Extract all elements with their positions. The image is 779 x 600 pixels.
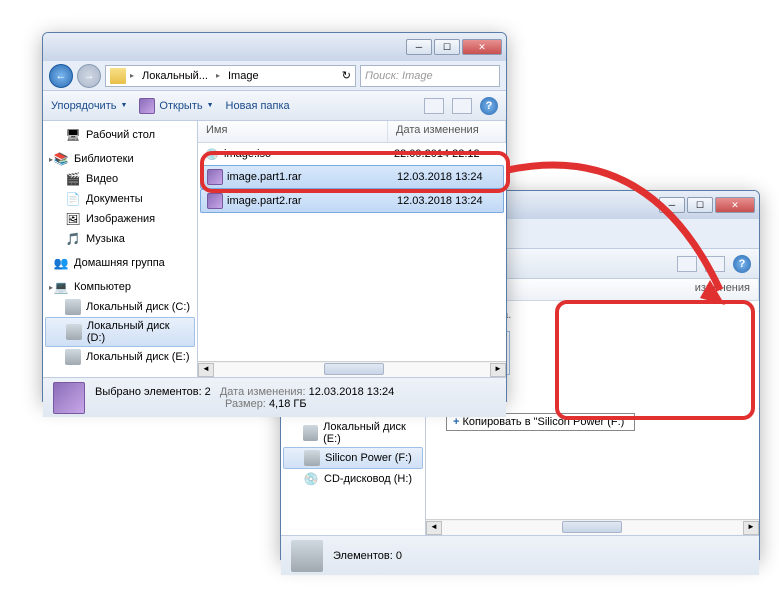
minimize-button[interactable]: ─ (659, 197, 685, 213)
help-icon[interactable]: ? (733, 255, 751, 273)
titlebar[interactable]: ─ ☐ ✕ (43, 33, 506, 61)
status-selected: Выбрано элементов: 2 (95, 386, 211, 398)
sidebar-images[interactable]: 🖼Изображения (43, 209, 197, 229)
sidebar-documents[interactable]: 📄Документы (43, 189, 197, 209)
preview-button[interactable] (452, 98, 472, 114)
file-date: 12.03.2018 13:24 (391, 170, 489, 184)
rar-big-icon (53, 382, 85, 414)
back-button[interactable]: ← (49, 64, 73, 88)
sidebar-desktop[interactable]: 🖥Рабочий стол (43, 125, 197, 145)
library-icon: 📚 (53, 151, 69, 167)
folder-icon (110, 68, 126, 84)
drive-icon (65, 349, 81, 365)
toolbar: Упорядочить▼ Открыть▼ Новая папка ? (43, 91, 506, 121)
close-button[interactable]: ✕ (462, 39, 502, 55)
column-header[interactable]: Имя Дата изменения (198, 121, 506, 143)
view-button[interactable] (424, 98, 444, 114)
file-row[interactable]: image.part2.rar 12.03.2018 13:24 (200, 189, 504, 213)
status-size: 4,18 ГБ (269, 398, 307, 410)
expand-icon[interactable]: ▸ (49, 283, 53, 292)
sidebar-drive-d[interactable]: Локальный диск (D:) (45, 317, 195, 347)
refresh-icon[interactable]: ↻ (342, 69, 351, 82)
sidebar-computer[interactable]: ▸💻Компьютер (43, 277, 197, 297)
col-name[interactable]: Имя (198, 121, 388, 142)
sidebar-drive-f[interactable]: Silicon Power (F:) (283, 447, 423, 469)
status-date: 12.03.2018 13:24 (309, 386, 395, 398)
homegroup-icon: 👥 (53, 255, 69, 271)
sidebar-homegroup[interactable]: 👥Домашняя группа (43, 253, 197, 273)
maximize-button[interactable]: ☐ (434, 39, 460, 55)
file-row[interactable]: image.part1.rar 12.03.2018 13:24 (200, 165, 504, 189)
file-date: 22.09.2014 22:12 (388, 147, 486, 161)
search-input[interactable]: Поиск: Image (360, 65, 500, 87)
help-icon[interactable]: ? (480, 97, 498, 115)
docs-icon: 📄 (65, 191, 81, 207)
new-folder-button[interactable]: Новая папка (226, 100, 290, 112)
breadcrumb-item[interactable]: Image (224, 68, 263, 84)
plus-icon: + (453, 416, 459, 428)
status-size-label: Размер: (225, 398, 266, 410)
status-count: Элементов: 0 (333, 550, 402, 562)
iso-icon: 💿 (204, 146, 220, 162)
col-date[interactable]: Дата изменения (388, 121, 506, 142)
status-bar: Элементов: 0 (281, 535, 759, 575)
drive-icon (304, 450, 320, 466)
preview-button[interactable] (705, 256, 725, 272)
desktop-icon: 🖥 (65, 127, 81, 143)
breadcrumb[interactable]: ▸ Локальный... ▸ Image ↻ (105, 65, 356, 87)
rar-icon (207, 193, 223, 209)
view-button[interactable] (677, 256, 697, 272)
status-bar: Выбрано элементов: 2 Дата изменения: 12.… (43, 377, 506, 417)
video-icon: 🎬 (65, 171, 81, 187)
sidebar-video[interactable]: 🎬Видео (43, 169, 197, 189)
cd-icon: 💿 (303, 471, 319, 487)
music-icon: 🎵 (65, 231, 81, 247)
breadcrumb-item[interactable]: Локальный... (138, 68, 212, 84)
address-bar: ← → ▸ Локальный... ▸ Image ↻ Поиск: Imag… (43, 61, 506, 91)
rar-icon (139, 98, 155, 114)
file-name: image.part2.rar (227, 195, 302, 207)
sidebar-drive-c[interactable]: Локальный диск (C:) (43, 297, 197, 317)
computer-icon: 💻 (53, 279, 69, 295)
drive-icon (65, 299, 81, 315)
sidebar-libraries[interactable]: ▸📚Библиотеки (43, 149, 197, 169)
file-pane[interactable]: Имя Дата изменения 💿 image.iso 22.09.2014… (198, 121, 506, 377)
file-name: image.part1.rar (227, 171, 302, 183)
h-scrollbar[interactable]: ◄► (426, 519, 759, 535)
explorer-window-1: ─ ☐ ✕ ← → ▸ Локальный... ▸ Image ↻ Поиск… (42, 32, 507, 402)
file-name: image.iso (224, 148, 271, 160)
organize-button[interactable]: Упорядочить▼ (51, 100, 127, 112)
close-button[interactable]: ✕ (715, 197, 755, 213)
h-scrollbar[interactable]: ◄► (198, 361, 506, 377)
drive-icon (66, 324, 82, 340)
drive-icon (303, 425, 318, 441)
status-date-label: Дата изменения: (220, 386, 306, 398)
rar-icon (207, 169, 223, 185)
images-icon: 🖼 (65, 211, 81, 227)
file-row[interactable]: 💿 image.iso 22.09.2014 22:12 (198, 143, 506, 165)
open-button[interactable]: Открыть▼ (139, 98, 213, 114)
sidebar-cd-drive[interactable]: 💿CD-дисковод (H:) (281, 469, 425, 489)
drive-big-icon (291, 540, 323, 572)
file-date: 12.03.2018 13:24 (391, 194, 489, 208)
forward-button[interactable]: → (77, 64, 101, 88)
minimize-button[interactable]: ─ (406, 39, 432, 55)
sidebar: 🖥Рабочий стол ▸📚Библиотеки 🎬Видео 📄Докум… (43, 121, 198, 377)
maximize-button[interactable]: ☐ (687, 197, 713, 213)
sidebar-drive-e[interactable]: Локальный диск (E:) (281, 419, 425, 447)
sidebar-drive-e[interactable]: Локальный диск (E:) (43, 347, 197, 367)
expand-icon[interactable]: ▸ (49, 155, 53, 164)
sidebar-music[interactable]: 🎵Музыка (43, 229, 197, 249)
